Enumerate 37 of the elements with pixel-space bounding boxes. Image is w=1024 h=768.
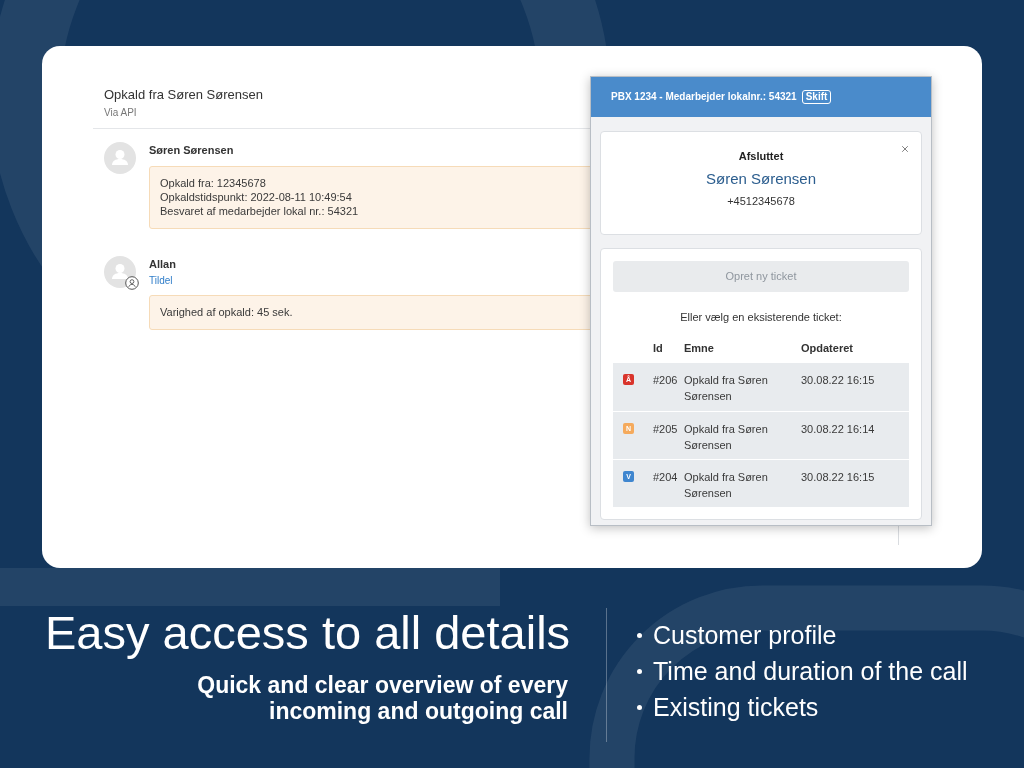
author-name: Søren Sørensen xyxy=(149,143,234,157)
pbx-label: PBX 1234 - Medarbejder lokalnr.: 54321 xyxy=(611,91,797,103)
ticket-updated: 30.08.22 16:15 xyxy=(801,470,875,485)
ticket-updated: 30.08.22 16:15 xyxy=(801,373,875,388)
caller-number: +4512345678 xyxy=(727,194,795,208)
column-header: Id xyxy=(653,341,663,355)
message-line: Opkald fra: 12345678 xyxy=(160,176,266,190)
feature-item: Time and duration of the call xyxy=(653,656,968,686)
promo-heading: Easy access to all details xyxy=(45,608,571,658)
caller-name: Søren Sørensen xyxy=(705,170,816,188)
bullet-icon xyxy=(637,668,642,674)
message-line: Opkaldstidspunkt: 2022-08-11 10:49:54 xyxy=(160,190,352,204)
message-line: Varighed af opkald: 45 sek. xyxy=(160,305,293,319)
ticket-prompt: Eller vælg en eksisterende ticket: xyxy=(680,310,842,324)
close-icon xyxy=(900,144,910,154)
ticket-subject: Opkald fra Søren Sørensen xyxy=(684,373,769,404)
column-header: Opdateret xyxy=(801,341,853,355)
ticket-subject: Opkald fra Søren Sørensen xyxy=(684,470,769,501)
assign-link[interactable]: Tildel xyxy=(149,274,173,288)
feature-item: Existing tickets xyxy=(653,692,819,722)
column-header: Emne xyxy=(684,341,714,355)
feature-item: Customer profile xyxy=(653,620,837,650)
bullet-icon xyxy=(637,632,642,638)
ticket-id: #206 xyxy=(653,373,678,388)
close-button[interactable] xyxy=(900,144,910,154)
conversation-source: Via API xyxy=(104,106,137,120)
ticket-updated: 30.08.22 16:14 xyxy=(801,422,875,437)
conversation-title: Opkald fra Søren Sørensen xyxy=(104,87,263,103)
ticket-id: #204 xyxy=(653,470,678,485)
promo-subheading: Quick and clear overview of every incoming and outgoing call xyxy=(196,672,568,724)
message-line: Besvaret af medarbejder lokal nr.: 54321 xyxy=(160,204,359,218)
ticket-id: #205 xyxy=(653,422,678,437)
ticket-subject: Opkald fra Søren Sørensen xyxy=(684,422,769,453)
switch-button[interactable]: Skift xyxy=(801,90,832,104)
bullet-icon xyxy=(637,704,642,710)
author-name: Allan xyxy=(149,257,176,271)
call-status: Afsluttet xyxy=(738,149,784,163)
